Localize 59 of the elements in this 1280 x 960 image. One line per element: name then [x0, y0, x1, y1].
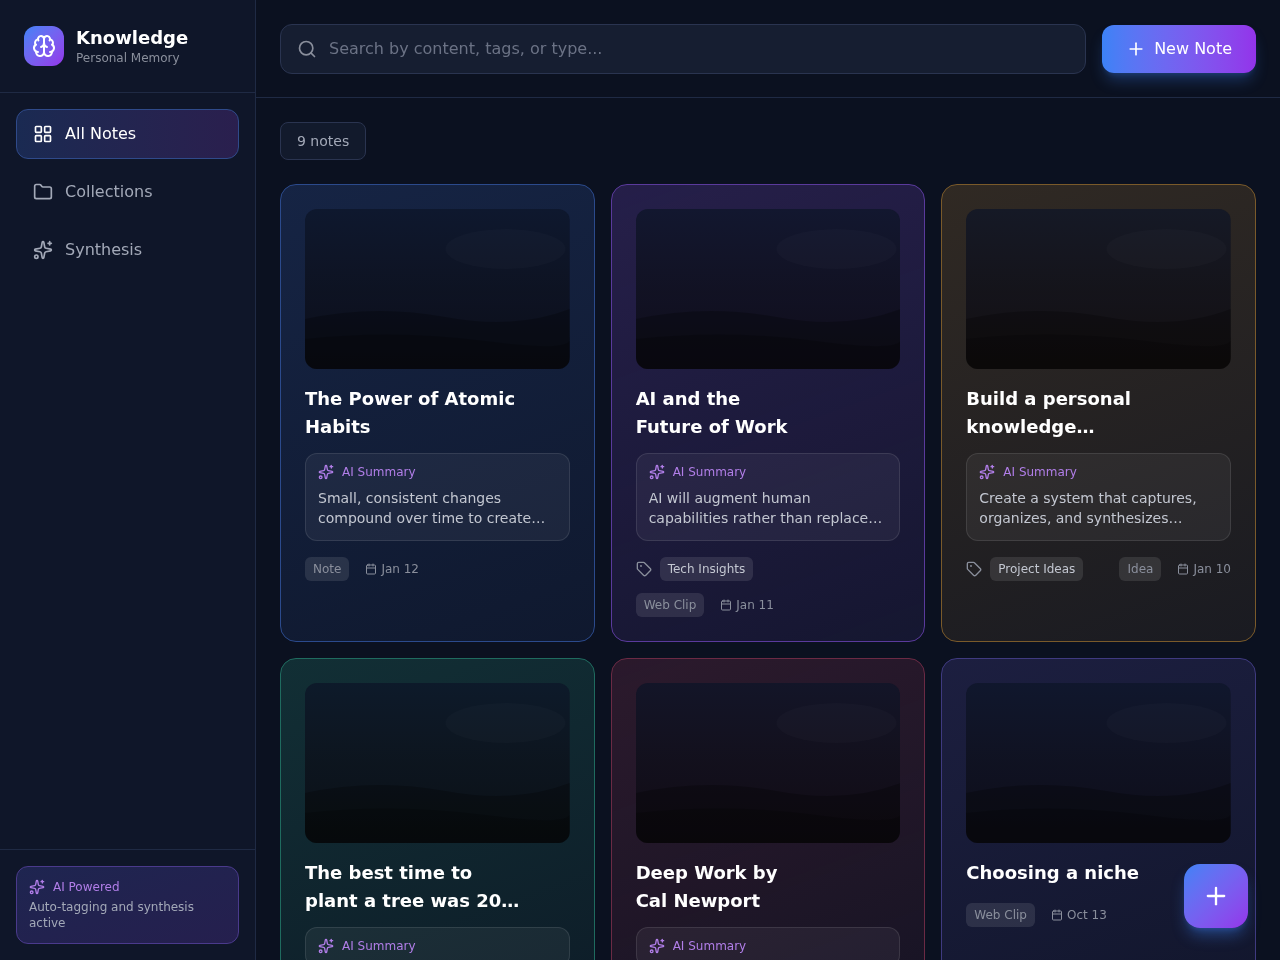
note-card[interactable]: The best time to plant a tree was 20… AI Summary [280, 658, 595, 960]
search-icon [297, 38, 317, 59]
search-input[interactable]: Search by content, tags, or type... [329, 36, 1070, 61]
note-date: Jan 12 [381, 561, 419, 577]
ai-status-title: AI Powered [53, 879, 120, 895]
note-date: Jan 10 [1193, 561, 1231, 577]
summary-text: Create a system that captures, organizes, and synthesizes… [979, 489, 1198, 528]
note-card[interactable]: AI and the Future of Work AI Summary AI will augment human capabilities rather than replace… Tech Insights Web Clip Jan 11 [610, 184, 926, 642]
summary-label: AI Summary [1003, 464, 1077, 480]
summary-text: Small, consistent changes compound over time to create… [318, 489, 547, 528]
note-title: Choosing a niche [966, 861, 1140, 885]
type-badge: Note [305, 557, 350, 581]
calendar-icon [1177, 563, 1190, 575]
sparkles-icon [318, 938, 334, 954]
note-card[interactable]: The Power of Atomic Habits AI Summary Small, consistent changes compound over time to create… Note Jan 12 [280, 184, 595, 642]
tag-chip[interactable]: Project Ideas [990, 557, 1084, 581]
calendar-icon [1050, 909, 1063, 921]
nav-item[interactable]: All Notes [16, 109, 239, 159]
tag-icon [635, 561, 652, 577]
tag-icon [966, 561, 983, 577]
add-button[interactable] [1184, 864, 1248, 928]
summary-label: AI Summary [342, 464, 416, 480]
note-title: Build a personal knowledge… [966, 387, 1132, 439]
sparkles-icon [318, 464, 334, 480]
note-title: The best time to plant a tree was 20… [305, 861, 520, 913]
note-title: Deep Work by Cal Newport [635, 861, 778, 913]
calendar-icon [365, 563, 378, 575]
summary-label: AI Summary [672, 938, 747, 954]
summary-label: AI Summary [342, 938, 416, 954]
notes-count: 9 notes [280, 122, 367, 160]
type-badge: Idea [1119, 557, 1162, 581]
sparkles-icon [979, 464, 996, 480]
ai-status-text: Auto-tagging and synthesis active [29, 899, 195, 931]
note-title: The Power of Atomic Habits [305, 387, 517, 439]
summary-text: AI will augment human capabilities rather than replace… [648, 489, 884, 528]
calendar-icon [720, 599, 733, 611]
tag-chip[interactable]: Tech Insights [659, 557, 754, 581]
note-date: Jan 11 [736, 597, 774, 613]
summary-label: AI Summary [672, 464, 747, 480]
type-badge: Web Clip [635, 593, 705, 617]
sparkles-icon [33, 240, 53, 260]
note-card[interactable]: Build a personal knowledge… AI Summary Create a system that captures, organizes, and synthesizes… Project Ideas Idea Jan 10 [941, 184, 1256, 642]
new-note-button[interactable]: New Note [1102, 24, 1256, 73]
grid-icon [33, 124, 53, 144]
brain-icon [24, 26, 64, 66]
nav-item[interactable]: Collections [16, 167, 239, 217]
sparkles-icon [648, 938, 665, 954]
app-title: Knowledge [76, 26, 189, 50]
nav-item[interactable]: Synthesis [16, 225, 239, 275]
note-title: AI and the Future of Work [635, 387, 788, 439]
sparkles-icon [648, 464, 665, 480]
search-bar[interactable]: Search by content, tags, or type... [280, 23, 1087, 74]
note-card[interactable]: Deep Work by Cal Newport AI Summary [610, 658, 926, 960]
sparkles-icon [29, 879, 45, 895]
type-badge: Web Clip [966, 903, 1035, 927]
folder-icon [33, 182, 53, 202]
note-date: Oct 13 [1066, 907, 1107, 923]
note-card[interactable]: Choosing a niche Web Clip Oct 13 [941, 658, 1256, 960]
app-subtitle: Personal Memory [76, 50, 181, 66]
